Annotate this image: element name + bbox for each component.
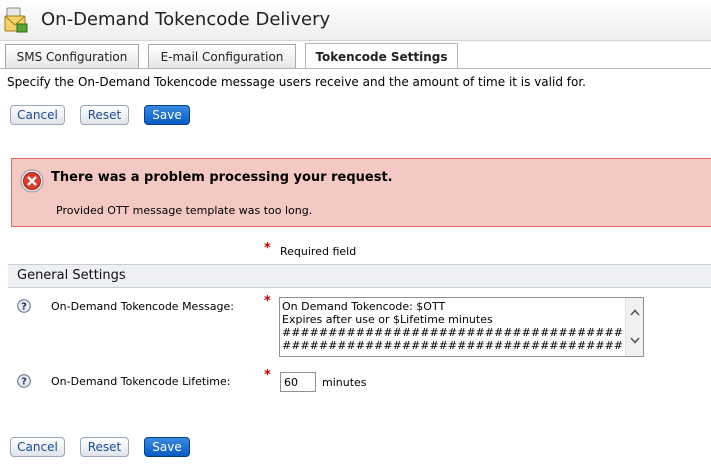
tab-tokencode-settings[interactable]: Tokencode Settings: [305, 43, 458, 69]
lifetime-input[interactable]: 60: [280, 372, 316, 392]
message-scrollbar[interactable]: [625, 298, 643, 356]
reset-button-top[interactable]: Reset: [80, 105, 129, 125]
message-textarea-content[interactable]: On Demand Tokencode: $OTT Expires after …: [282, 300, 624, 352]
message-field-label: On-Demand Tokencode Message:: [51, 300, 234, 313]
cancel-button-top[interactable]: Cancel: [10, 105, 65, 125]
svg-text:?: ?: [21, 377, 27, 388]
help-icon-lifetime[interactable]: ?: [17, 374, 31, 388]
svg-text:?: ?: [21, 302, 27, 313]
title-bar: On-Demand Tokencode Delivery: [0, 0, 711, 41]
envelope-icon: [4, 7, 28, 33]
page-title: On-Demand Tokencode Delivery: [41, 9, 331, 30]
required-star: *: [264, 241, 271, 256]
lifetime-required-star: *: [264, 368, 271, 383]
tab-email-configuration[interactable]: E-mail Configuration: [148, 44, 296, 68]
message-required-star: *: [264, 294, 271, 309]
tab-sms-configuration[interactable]: SMS Configuration: [5, 44, 139, 68]
save-button-top[interactable]: Save: [144, 105, 190, 125]
cancel-button-bottom[interactable]: Cancel: [10, 437, 65, 457]
page-description: Specify the On-Demand Tokencode message …: [7, 75, 586, 89]
lifetime-unit-label: minutes: [322, 376, 367, 389]
section-header-general-settings: General Settings: [8, 264, 711, 288]
help-icon-message[interactable]: ?: [17, 299, 31, 313]
save-button-bottom[interactable]: Save: [144, 437, 190, 457]
error-icon: [20, 169, 44, 193]
tab-divider: [0, 68, 711, 69]
error-box: There was a problem processing your requ…: [11, 158, 711, 227]
reset-button-bottom[interactable]: Reset: [80, 437, 129, 457]
scroll-down-icon[interactable]: [626, 332, 643, 349]
message-textarea[interactable]: On Demand Tokencode: $OTT Expires after …: [279, 297, 644, 357]
scroll-up-icon[interactable]: [626, 304, 643, 321]
required-field-label: Required field: [280, 245, 357, 258]
lifetime-field-label: On-Demand Tokencode Lifetime:: [51, 375, 231, 388]
error-title: There was a problem processing your requ…: [51, 170, 393, 185]
error-message: Provided OTT message template was too lo…: [56, 204, 313, 217]
